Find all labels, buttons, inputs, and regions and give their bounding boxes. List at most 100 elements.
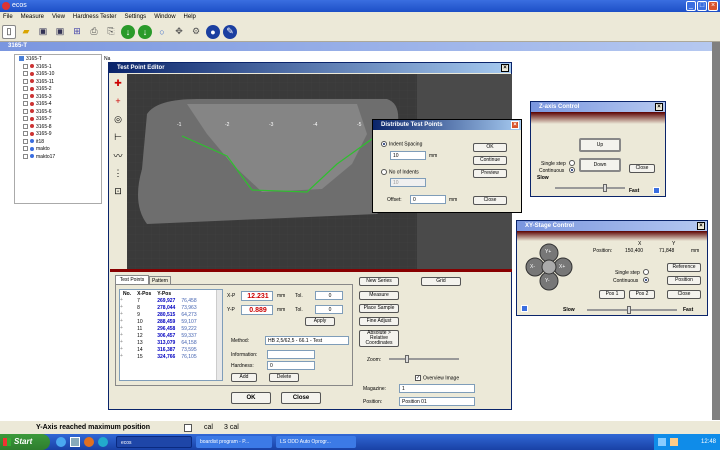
zoom-slider[interactable] [389, 355, 459, 363]
tab-test-points[interactable]: Test Points [115, 275, 149, 284]
xy-single-step-radio[interactable] [643, 269, 649, 275]
crosshair-icon[interactable]: ✚ [111, 76, 125, 90]
reference-button[interactable]: Reference [667, 263, 701, 272]
tree-item[interactable]: makto17 [17, 154, 99, 162]
point-label-5[interactable]: -5 [357, 122, 361, 128]
gear-icon[interactable]: ⚙ [189, 25, 203, 39]
arrow-down-alt-icon[interactable]: ↓ [138, 24, 152, 39]
expand-icon[interactable] [23, 138, 28, 144]
tree-item[interactable]: 3165-8 [17, 124, 99, 132]
expand-icon[interactable] [23, 78, 28, 84]
z-close-button[interactable]: Close [629, 164, 655, 173]
grid-button[interactable]: Grid [421, 277, 461, 286]
yp-value-field[interactable]: 0.889 [241, 305, 273, 315]
point-label-3[interactable]: -3 [269, 122, 273, 128]
tree-item[interactable]: 3165-10 [17, 71, 99, 79]
splitter-bar[interactable] [110, 269, 512, 272]
stage-icon[interactable]: ✥ [172, 25, 186, 39]
printer-icon[interactable]: ⎙ [87, 25, 101, 39]
close-icon[interactable]: × [501, 64, 509, 72]
information-field[interactable] [267, 350, 315, 359]
xy-pin-icon[interactable] [521, 305, 528, 312]
column-header-x-pos[interactable]: X-Pos [134, 290, 154, 297]
open-folder-icon[interactable]: ▰ [19, 25, 33, 39]
down-button[interactable]: Down [579, 158, 621, 172]
no-of-indents-radio[interactable]: No of Indents [381, 169, 419, 175]
expand-icon[interactable] [23, 71, 28, 77]
tree-item[interactable]: 3165-6 [17, 109, 99, 117]
expand-icon[interactable] [23, 131, 28, 137]
tree-item[interactable]: makto [17, 146, 99, 154]
column-header-no[interactable]: No. [120, 290, 134, 297]
test-points-table[interactable]: No. X-Pos Y-Pos +7 269,927 76,458 +8 278,044… [119, 289, 223, 381]
quick-launch-media-icon[interactable] [84, 437, 94, 447]
cross-icon[interactable]: + [111, 94, 125, 108]
method-select[interactable]: HB 2,5/62,5 - 66.1 - Test [265, 336, 349, 345]
table-row[interactable]: +8 278,044 73,963 [120, 304, 200, 311]
xy-speed-thumb[interactable] [627, 306, 631, 314]
indents-input[interactable]: 10 [390, 178, 426, 187]
menu-settings[interactable]: Settings [125, 12, 147, 22]
absolute-relative-button[interactable]: Absolute > Relative Coordinates [359, 330, 399, 347]
pattern-tool-icon[interactable]: ⊡ [111, 184, 125, 198]
xy-continuous-radio[interactable] [643, 277, 649, 283]
save-all-icon[interactable]: ▣ [53, 25, 67, 39]
delete-button[interactable]: Delete [269, 373, 299, 382]
offset-input[interactable]: 0 [410, 195, 446, 204]
print-preview-icon[interactable]: ⎘ [104, 25, 118, 39]
table-row[interactable]: +12 306,457 59,337 [120, 332, 200, 339]
new-file-icon[interactable]: ▯ [2, 24, 16, 39]
expand-icon[interactable] [23, 123, 28, 129]
pos2-button[interactable]: Pos 2 [629, 290, 655, 299]
point-label-2[interactable]: -2 [225, 122, 229, 128]
circle-tool-icon[interactable]: ◎ [111, 112, 125, 126]
quick-launch-desktop-icon[interactable] [70, 437, 80, 447]
tray-volume-icon[interactable] [670, 438, 678, 446]
add-button[interactable]: Add [231, 373, 257, 382]
expand-icon[interactable] [23, 101, 28, 107]
tol-x-field[interactable]: 0 [315, 291, 343, 300]
tol-y-field[interactable]: 0 [315, 305, 343, 314]
task-ecos[interactable]: ecos [116, 436, 192, 448]
tray-network-icon[interactable] [658, 438, 666, 446]
close-icon[interactable]: × [655, 103, 663, 111]
continue-button[interactable]: Continue [473, 156, 507, 165]
overview-image-checkbox[interactable]: ✓ Overview Image [415, 375, 459, 381]
expand-icon[interactable] [23, 153, 28, 159]
fine-adjust-button[interactable]: Fine Adjust [359, 317, 399, 326]
close-icon[interactable]: × [697, 222, 705, 230]
place-sample-button[interactable]: Place Sample [359, 304, 399, 313]
column-header-y-pos[interactable]: Y-Pos [154, 290, 178, 297]
tree-item[interactable]: 3165-7 [17, 116, 99, 124]
menu-hardness-tester[interactable]: Hardness Tester [73, 12, 117, 22]
minimize-button[interactable]: _ [686, 1, 696, 11]
point-label-1[interactable]: -1 [177, 122, 181, 128]
position-select[interactable]: Position 01 [399, 397, 475, 406]
menu-help[interactable]: Help [184, 12, 196, 22]
joystick-y-plus[interactable]: Y+ [545, 249, 551, 255]
z-single-step-radio[interactable] [569, 160, 575, 166]
expand-icon[interactable] [23, 86, 28, 92]
expand-icon[interactable] [23, 93, 28, 99]
save-icon[interactable]: ▣ [36, 25, 50, 39]
table-row[interactable]: +10 288,459 59,107 [120, 318, 200, 325]
radio-selected-icon[interactable] [381, 141, 387, 147]
blue-dot-icon[interactable]: ● [206, 24, 220, 39]
tree-item[interactable]: 3165-1 [17, 64, 99, 72]
z-speed-thumb[interactable] [603, 184, 607, 192]
menu-file[interactable]: File [3, 12, 13, 22]
distribute-close-button[interactable]: Close [473, 196, 507, 205]
menu-measure[interactable]: Measure [21, 12, 44, 22]
tree-item[interactable]: 3165-11 [17, 79, 99, 87]
line-tool-icon[interactable]: ⊢ [111, 130, 125, 144]
magazine-select[interactable]: 1 [399, 384, 475, 393]
table-row[interactable]: +14 316,387 73,595 [120, 346, 200, 353]
tree-item[interactable]: 3165-9 [17, 131, 99, 139]
xy-close-button[interactable]: Close [667, 290, 701, 299]
menu-view[interactable]: View [52, 12, 65, 22]
z-speed-slider[interactable] [555, 184, 625, 192]
table-scrollbar[interactable] [216, 290, 222, 380]
folder-icon[interactable] [19, 56, 24, 62]
expand-icon[interactable] [23, 108, 28, 114]
tree-item[interactable]: 3165-4 [17, 101, 99, 109]
